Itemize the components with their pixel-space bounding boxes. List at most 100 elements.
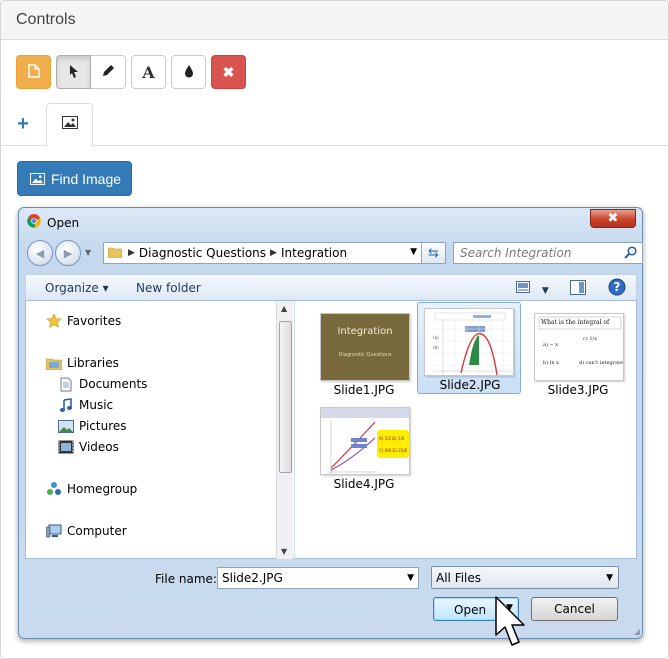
find-image-button[interactable]: Find Image: [17, 161, 132, 196]
svg-text:c) 1/x: c) 1/x: [583, 335, 597, 342]
select-tool-button[interactable]: [56, 55, 91, 89]
back-button[interactable]: ◀: [27, 240, 53, 266]
dialog-close-button[interactable]: ✖: [590, 209, 636, 228]
pencil-icon: [101, 64, 115, 81]
help-icon: ?: [608, 278, 626, 299]
change-view-button[interactable]: ▼: [516, 281, 549, 296]
search-input[interactable]: Search Integration: [453, 242, 643, 264]
music-icon: [58, 397, 74, 413]
nav-documents[interactable]: Documents: [58, 376, 147, 392]
cancel-button[interactable]: Cancel: [531, 597, 618, 621]
picture-icon: [61, 116, 78, 134]
delete-button[interactable]: ✖: [211, 55, 246, 89]
svg-text:A) 3/2 B) 1/6: A) 3/2 B) 1/6: [379, 436, 405, 441]
nav-documents-label: Documents: [79, 377, 148, 391]
color-tool-button[interactable]: [171, 55, 206, 89]
view-dropdown-icon[interactable]: ▼: [542, 286, 549, 296]
file-name-label: Slide1.JPG: [333, 383, 395, 397]
dialog-titlebar: Open: [27, 214, 79, 231]
open-button-label: Open: [454, 603, 487, 617]
star-icon: [46, 313, 62, 329]
preview-pane-icon: [570, 280, 586, 298]
svg-text:b) ln x: b) ln x: [543, 359, 559, 366]
nav-pictures-label: Pictures: [79, 419, 127, 433]
nav-computer[interactable]: Computer: [46, 523, 127, 539]
file-name-input[interactable]: Slide2.JPG ▼: [217, 567, 419, 589]
nav-music[interactable]: Music: [58, 397, 113, 413]
navigation-row: ◀ ▶ ▼ ▶ Diagnostic Questions ▶ Integrati…: [27, 240, 643, 266]
file-name-label: Slide4.JPG: [333, 477, 395, 491]
nav-videos[interactable]: Videos: [58, 439, 119, 455]
tab-bar: +: [1, 103, 668, 147]
recent-locations-dropdown-icon[interactable]: ▼: [85, 248, 91, 257]
tab-image[interactable]: [46, 103, 93, 147]
nav-homegroup[interactable]: Homegroup: [46, 481, 137, 497]
file-item-slide3[interactable]: What is the integral of a) − x c) 1/x b)…: [526, 307, 630, 399]
file-item-slide2[interactable]: (a) (b) Slide2.JPG: [417, 302, 521, 394]
panel-title: Controls: [1, 1, 668, 40]
resize-grip-icon[interactable]: ◢: [634, 627, 640, 636]
breadcrumb-integration[interactable]: Integration: [281, 246, 347, 260]
folder-icon: [107, 246, 123, 261]
homegroup-icon: [46, 481, 62, 497]
file-item-slide1[interactable]: Integration Diagnostic Questions Slide1.…: [312, 307, 416, 399]
nav-pictures[interactable]: Pictures: [58, 418, 127, 434]
file-list: Integration Diagnostic Questions Slide1.…: [296, 301, 636, 559]
file-type-select[interactable]: All Files ▼: [431, 566, 619, 589]
nav-music-label: Music: [79, 398, 114, 412]
command-bar: Organize ▾ New folder ▼ ?: [25, 274, 637, 301]
preview-pane-button[interactable]: [570, 280, 586, 298]
find-image-label: Find Image: [51, 170, 122, 187]
file-name-label: Slide3.JPG: [547, 383, 609, 397]
breadcrumb-diagnostic-questions[interactable]: Diagnostic Questions: [139, 246, 266, 260]
nav-computer-label: Computer: [67, 524, 127, 538]
nav-scrollbar[interactable]: ▲ ▼: [276, 301, 293, 559]
videos-icon: [58, 439, 74, 455]
new-file-button[interactable]: [16, 55, 51, 89]
file-thumbnail: (a) (b): [424, 308, 514, 376]
search-placeholder: Search Integration: [460, 246, 572, 260]
file-name-field-label: File name:: [155, 572, 217, 586]
breadcrumb-separator-icon: ▶: [270, 248, 277, 258]
mouse-cursor-icon: [495, 596, 525, 646]
tint-icon: [184, 64, 194, 81]
scroll-down-icon[interactable]: ▼: [281, 547, 287, 556]
file-thumbnail: A) 3/2 B) 1/6 C) 9/6 D) 25/6: [320, 407, 410, 475]
text-icon: A: [142, 62, 155, 82]
breadcrumb-separator-icon: ▶: [128, 248, 135, 258]
computer-icon: [46, 523, 62, 539]
new-folder-button[interactable]: New folder: [136, 281, 201, 295]
add-tab-button[interactable]: +: [9, 113, 37, 139]
toolbar: A ✖: [16, 55, 246, 89]
file-icon: [27, 63, 40, 81]
pictures-icon: [58, 418, 74, 434]
open-file-dialog: Open ✖ ◀ ▶ ▼ ▶ Diagnostic Questions ▶ In…: [18, 207, 643, 639]
nav-libraries[interactable]: Libraries: [46, 355, 119, 371]
file-type-dropdown-icon: ▼: [606, 573, 613, 583]
scroll-up-icon[interactable]: ▲: [281, 304, 287, 313]
draw-tool-button[interactable]: [91, 55, 126, 89]
text-tool-button[interactable]: A: [131, 55, 166, 89]
close-icon: ✖: [222, 63, 235, 80]
nav-videos-label: Videos: [79, 440, 119, 454]
scrollbar-thumb[interactable]: [279, 321, 292, 473]
pane-divider[interactable]: [294, 301, 295, 559]
file-name-value: Slide2.JPG: [222, 571, 283, 585]
organize-menu[interactable]: Organize ▾: [45, 281, 109, 295]
help-button[interactable]: ?: [608, 278, 626, 299]
address-bar[interactable]: ▶ Diagnostic Questions ▶ Integration ▼: [103, 242, 422, 264]
file-type-value: All Files: [436, 571, 482, 585]
search-icon: [624, 246, 637, 262]
nav-favorites[interactable]: Favorites: [46, 313, 121, 329]
pointer-icon: [68, 64, 80, 81]
svg-text:?: ?: [614, 280, 621, 294]
file-item-slide4[interactable]: A) 3/2 B) 1/6 C) 9/6 D) 25/6 Slide4.JPG: [312, 401, 416, 493]
file-thumbnail: What is the integral of a) − x c) 1/x b)…: [534, 313, 624, 381]
file-name-dropdown-icon[interactable]: ▼: [407, 573, 414, 583]
svg-text:C) 9/6 D) 25/6: C) 9/6 D) 25/6: [379, 448, 408, 453]
address-dropdown-icon[interactable]: ▼: [410, 247, 417, 257]
refresh-button[interactable]: ⇆: [422, 242, 446, 264]
forward-button[interactable]: ▶: [55, 240, 81, 266]
navigation-pane: Favorites Libraries Documents Music Pict…: [26, 301, 294, 559]
dialog-content: Favorites Libraries Documents Music Pict…: [25, 301, 637, 559]
